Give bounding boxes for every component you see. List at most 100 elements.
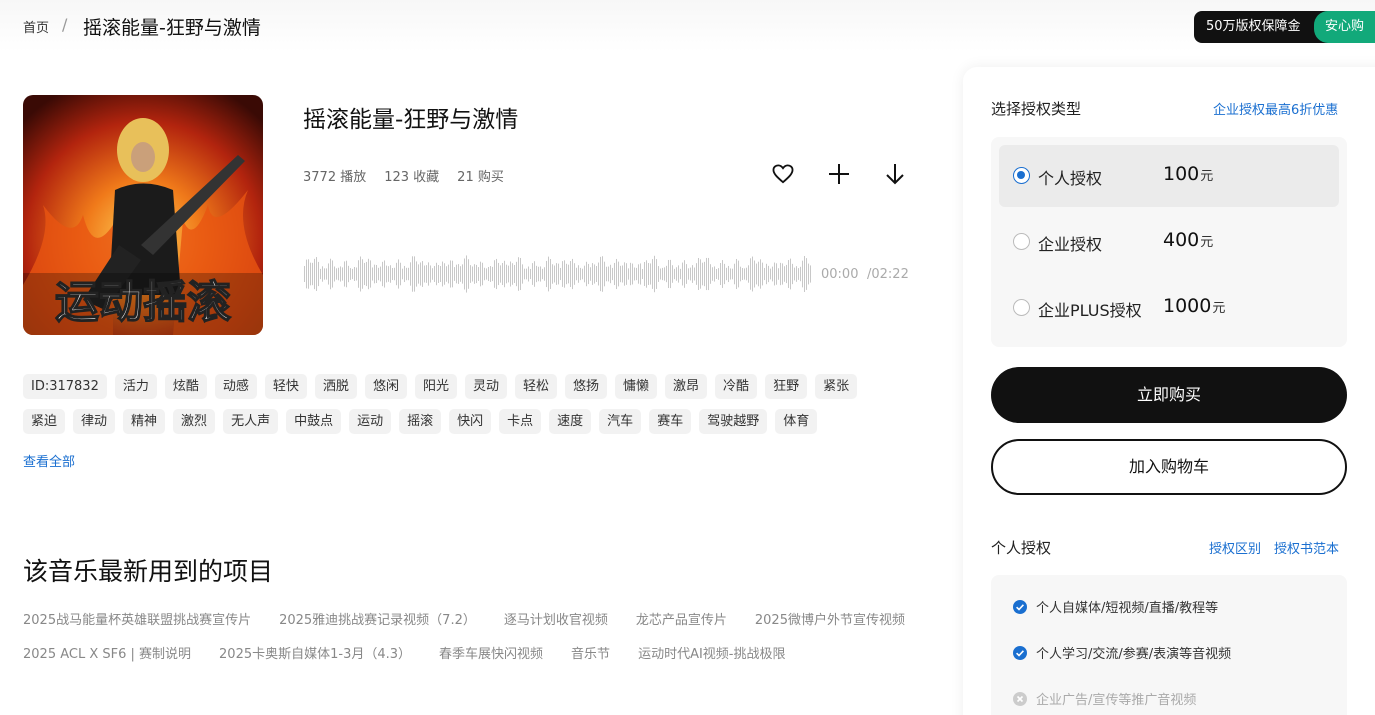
waveform-bar	[620, 265, 621, 283]
tag-chip[interactable]: 激昂	[665, 374, 708, 399]
license-use-item: 个人学习/交流/参赛/表演等音视频	[1013, 643, 1231, 662]
tag-chip[interactable]: 卡点	[499, 409, 542, 434]
tag-chip[interactable]: 精神	[123, 409, 166, 434]
tag-chip[interactable]: 洒脱	[314, 374, 357, 399]
enterprise-promo-link[interactable]: 企业授权最高6折优惠	[1213, 99, 1338, 118]
waveform-bar	[352, 268, 353, 280]
radio-button[interactable]	[1013, 299, 1030, 316]
tag-chip[interactable]: 激烈	[173, 409, 216, 434]
waveform-bar	[472, 266, 473, 282]
arrow-down-icon	[886, 164, 904, 185]
download-button[interactable]	[883, 161, 907, 187]
project-link[interactable]: 音乐节	[571, 646, 610, 664]
waveform-bar	[586, 261, 587, 287]
tag-chip[interactable]: 体育	[775, 409, 818, 434]
license-diff-link[interactable]: 授权区别	[1209, 538, 1261, 557]
waveform-bar	[606, 266, 607, 282]
waveform-bar	[652, 259, 653, 289]
waveform-bar	[426, 265, 427, 283]
waveform-bar	[754, 260, 755, 288]
plus-icon	[829, 164, 849, 184]
license-option[interactable]: 企业PLUS授权 1000元	[999, 277, 1339, 339]
waveform-bar	[554, 265, 555, 283]
tag-chip[interactable]: 赛车	[649, 409, 692, 434]
waveform-bar	[776, 263, 777, 285]
waveform-bar	[534, 261, 535, 287]
tag-chip[interactable]: 律动	[73, 409, 116, 434]
project-link[interactable]: 2025战马能量杯英雄联盟挑战赛宣传片	[23, 612, 251, 630]
waveform-bar	[386, 265, 387, 283]
waveform-bar	[706, 257, 707, 291]
waveform-bar	[480, 261, 481, 287]
waveform-bar	[572, 258, 573, 290]
waveform-bar	[404, 265, 405, 283]
waveform-bar	[762, 262, 763, 286]
waveform-bar	[368, 258, 369, 290]
tag-chip[interactable]: 无人声	[223, 409, 279, 434]
see-all-tags-link[interactable]: 查看全部	[23, 451, 75, 470]
favorite-button[interactable]	[771, 161, 795, 187]
waveform-bar	[516, 261, 517, 287]
tag-chip[interactable]: 轻快	[264, 374, 307, 399]
waveform-bar	[506, 264, 507, 284]
tag-chip[interactable]: 活力	[114, 374, 157, 399]
tag-chip[interactable]: 动感	[214, 374, 257, 399]
tag-chip[interactable]: 速度	[549, 409, 592, 434]
project-link[interactable]: 2025 ACL X SF6 | 赛制说明	[23, 646, 191, 664]
tag-chip[interactable]: 摇滚	[399, 409, 442, 434]
add-to-cart-button[interactable]: 加入购物车	[991, 439, 1347, 495]
buy-now-button[interactable]: 立即购买	[991, 367, 1347, 423]
tag-chip[interactable]: 紧张	[815, 374, 858, 399]
project-link[interactable]: 2025卡奥斯自媒体1-3月（4.3）	[219, 646, 411, 664]
tag-chip[interactable]: 炫酷	[164, 374, 207, 399]
radio-button[interactable]	[1013, 167, 1030, 184]
album-cover[interactable]: 运动摇滚	[23, 95, 263, 335]
tag-chip[interactable]: 紧迫	[23, 409, 66, 434]
tag-chip[interactable]: 悠闲	[364, 374, 407, 399]
price-value: 1000	[1163, 295, 1212, 317]
license-use-item: 企业广告/宣传等推广音视频	[1013, 689, 1196, 708]
waveform-bar	[558, 263, 559, 285]
add-to-list-button[interactable]	[827, 161, 851, 187]
license-option[interactable]: 企业授权 400元	[999, 211, 1339, 273]
tag-chip[interactable]: 运动	[349, 409, 392, 434]
tag-chip[interactable]: 慵懒	[615, 374, 658, 399]
project-link[interactable]: 逐马计划收官视频	[504, 612, 608, 630]
waveform-bar	[642, 268, 643, 280]
license-option[interactable]: 个人授权 100元	[999, 145, 1339, 207]
waveform-bar	[342, 267, 343, 281]
radio-button[interactable]	[1013, 233, 1030, 250]
tag-chip[interactable]: 冷酷	[715, 374, 758, 399]
waveform-bar	[466, 255, 467, 293]
project-link[interactable]: 运动时代AI视频-挑战极限	[638, 646, 785, 664]
waveform-bar	[788, 260, 789, 288]
tag-chip[interactable]: 中鼓点	[286, 409, 342, 434]
price-unit: 元	[1200, 169, 1214, 184]
project-link[interactable]: 春季车展快闪视频	[439, 646, 543, 664]
tag-chip[interactable]: 狂野	[765, 374, 808, 399]
license-sample-link[interactable]: 授权书范本	[1274, 538, 1339, 557]
tag-chip[interactable]: 阳光	[414, 374, 457, 399]
waveform-bar	[322, 266, 323, 282]
project-link[interactable]: 龙芯产品宣传片	[636, 612, 727, 630]
project-link[interactable]: 2025雅迪挑战赛记录视频（7.2）	[279, 612, 476, 630]
waveform-bar	[784, 266, 785, 282]
check-circle-icon	[1013, 599, 1027, 614]
tag-chip[interactable]: 灵动	[464, 374, 507, 399]
tag-chip[interactable]: 悠扬	[565, 374, 608, 399]
tag-chip[interactable]: 驾驶越野	[699, 409, 768, 434]
tag-chip[interactable]: 快闪	[449, 409, 492, 434]
waveform-bar	[438, 265, 439, 283]
project-link[interactable]: 2025微博户外节宣传视频	[755, 612, 905, 630]
tag-chip[interactable]: 汽车	[599, 409, 642, 434]
waveform-bar	[550, 259, 551, 289]
price-unit: 元	[1200, 235, 1214, 250]
waveform-bar	[376, 264, 377, 284]
tag-chip[interactable]: ID:317832	[23, 374, 107, 399]
tag-chip[interactable]: 轻松	[514, 374, 557, 399]
waveform-scrubber[interactable]	[303, 252, 815, 296]
copyright-guarantee-badge[interactable]: 50万版权保障金 安心购	[1194, 11, 1375, 43]
waveform-bar	[460, 266, 461, 282]
waveform-bar	[456, 264, 457, 284]
breadcrumb-home-link[interactable]: 首页	[23, 17, 49, 36]
